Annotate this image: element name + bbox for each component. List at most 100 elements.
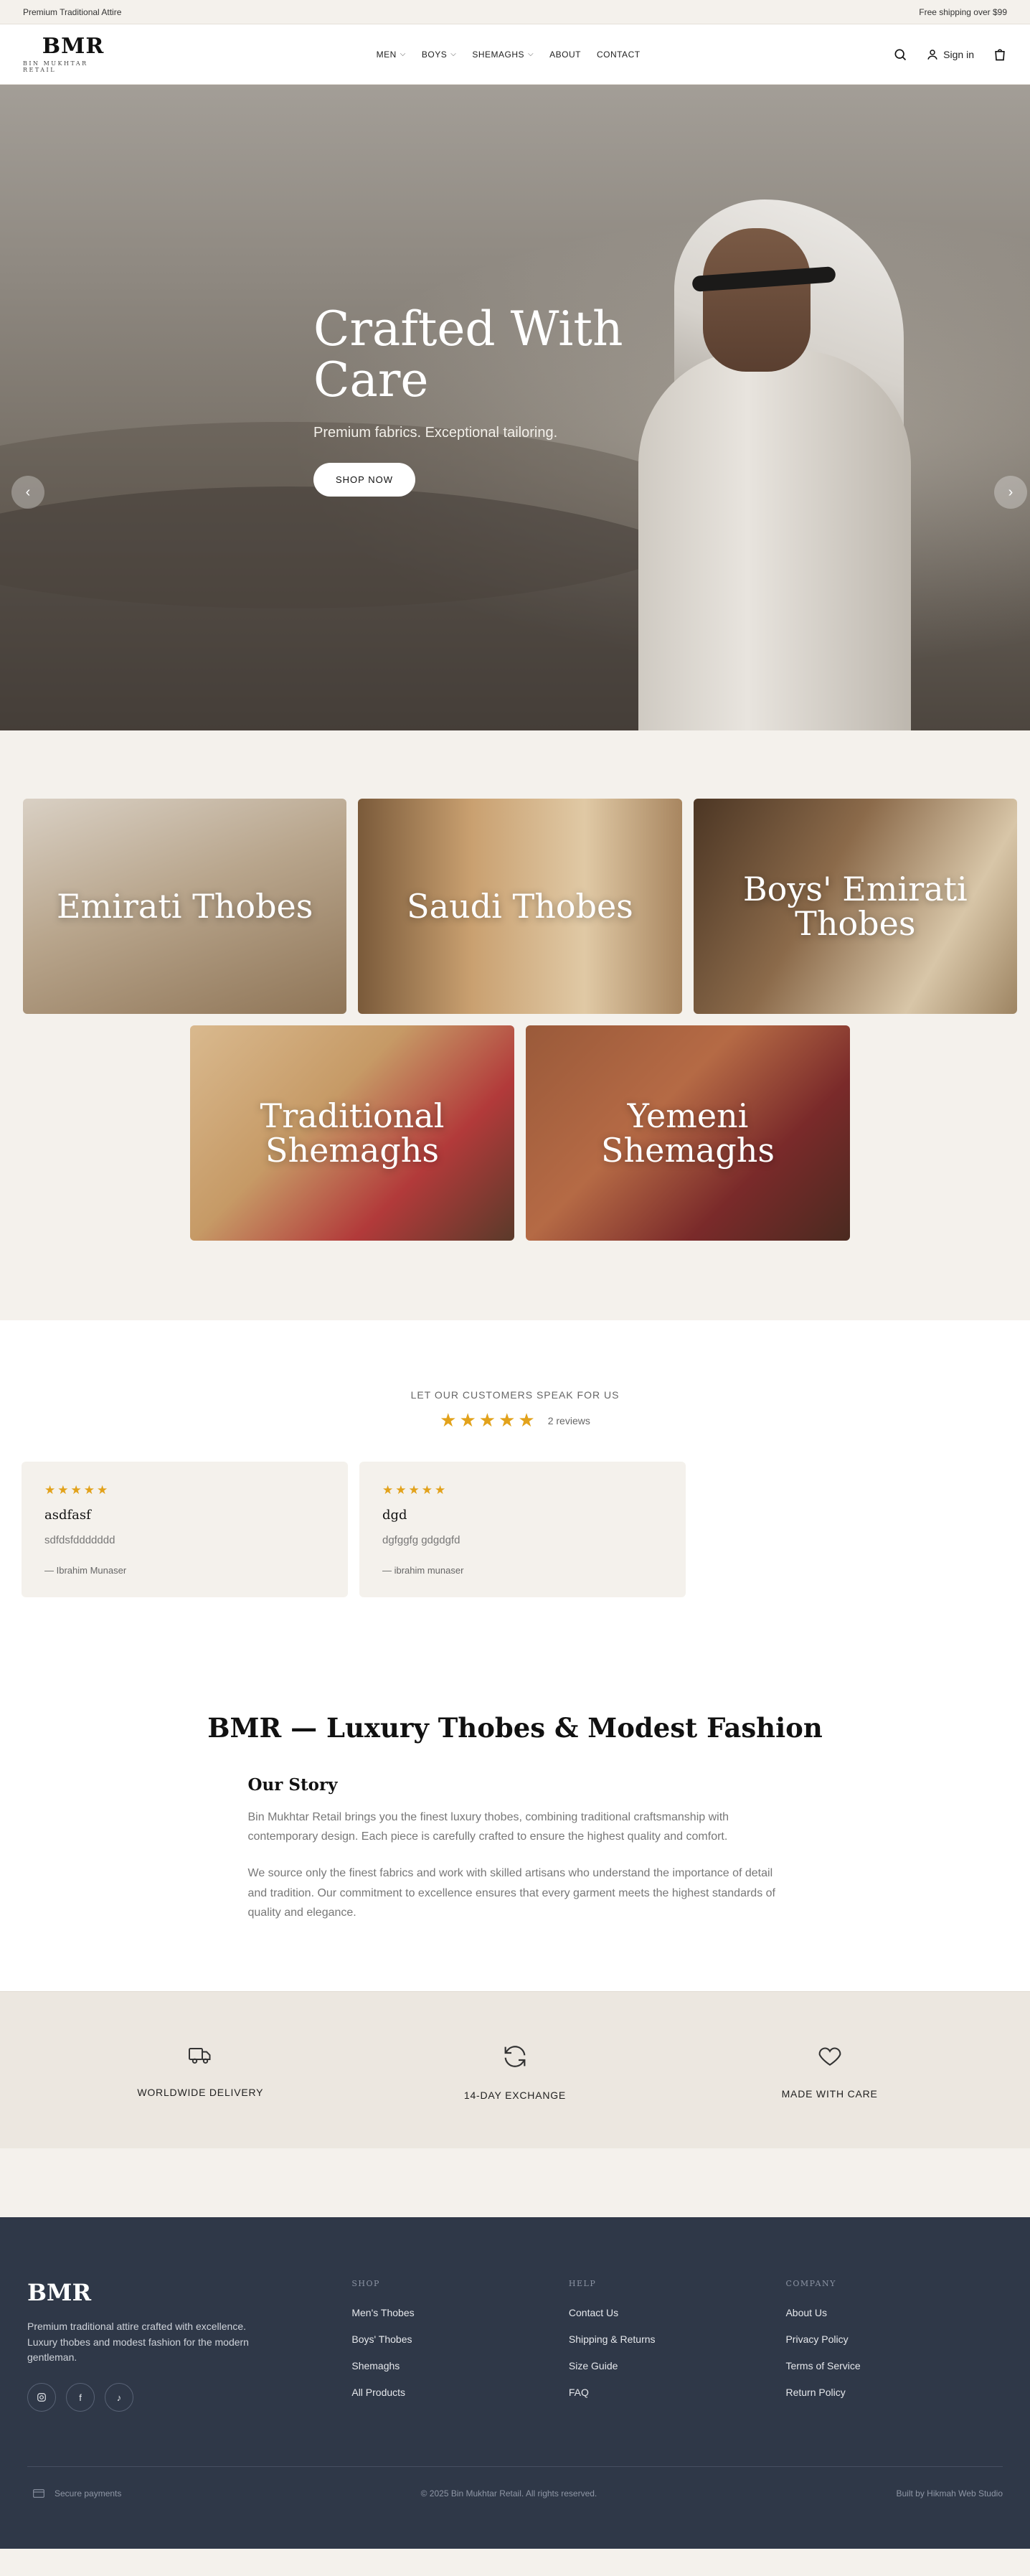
- reviews-heading: LET OUR CUSTOMERS SPEAK FOR US: [410, 1389, 620, 1401]
- footer-column-company: COMPANY About Us Privacy Policy Terms of…: [785, 2279, 1003, 2413]
- footer-description: Premium traditional attire crafted with …: [27, 2320, 249, 2364]
- cart-button[interactable]: [993, 47, 1007, 62]
- story-paragraph: Bin Mukhtar Retail brings you the finest…: [247, 1811, 729, 1843]
- nav-label: SHEMAGHS: [472, 49, 525, 60]
- footer-link[interactable]: FAQ: [569, 2387, 786, 2398]
- footer-column-shop: SHOP Men's Thobes Boys' Thobes Shemaghs …: [351, 2279, 569, 2413]
- footer-link[interactable]: Contact Us: [569, 2307, 786, 2318]
- story-paragraph: We source only the finest fabrics and wo…: [247, 1867, 775, 1919]
- review-stars: ★★★★★: [44, 1483, 110, 1497]
- chevron-left-icon: ‹: [25, 484, 31, 500]
- reviews-count: 2 reviews: [547, 1414, 590, 1426]
- footer-link[interactable]: Size Guide: [569, 2360, 786, 2371]
- review-card: ★★★★★ dgd dgfggfg gdgdgfd — ibrahim muna…: [359, 1462, 686, 1597]
- nav-label: CONTACT: [596, 49, 641, 60]
- footer-link[interactable]: About Us: [785, 2307, 1003, 2318]
- hero-banner: Crafted With Care Premium fabrics. Excep…: [0, 85, 1030, 730]
- sign-in-button[interactable]: Sign in: [926, 48, 974, 61]
- category-grid: Emirati Thobes Saudi Thobes Boys' Emirat…: [0, 730, 1030, 1320]
- nav-item-shemaghs[interactable]: SHEMAGHS ⌵: [472, 50, 534, 60]
- nav-item-boys[interactable]: BOYS ⌵: [422, 50, 456, 60]
- footer-column-title: SHOP: [351, 2278, 380, 2288]
- credit-link[interactable]: Built by Hikmah Web Studio: [896, 2488, 1003, 2499]
- hero-face: [703, 228, 811, 372]
- category-card-traditional-shemaghs[interactable]: Traditional Shemaghs: [190, 1025, 514, 1241]
- footer-brand: BMR Premium traditional attire crafted w…: [27, 2279, 351, 2413]
- chevron-right-icon: ›: [1008, 484, 1014, 500]
- tiktok-icon: ♪: [116, 2392, 122, 2403]
- category-card-yemeni-shemaghs[interactable]: Yemeni Shemaghs: [526, 1025, 850, 1241]
- logo-mark: BMR: [42, 33, 105, 59]
- feature-delivery: WORLDWIDE DELIVERY: [93, 2042, 308, 2101]
- footer-top: BMR Premium traditional attire crafted w…: [27, 2279, 1003, 2413]
- footer-column-title: HELP: [568, 2278, 597, 2288]
- hero-prev-button[interactable]: ‹: [11, 476, 44, 509]
- announcement-bar: Premium Traditional Attire Free shipping…: [0, 0, 1030, 24]
- category-row: Traditional Shemaghs Yemeni Shemaghs: [23, 1025, 1017, 1241]
- copyright: © 2025 Bin Mukhtar Retail. All rights re…: [420, 2488, 597, 2499]
- chevron-down-icon: ⌵: [528, 50, 534, 58]
- chevron-down-icon: ⌵: [450, 50, 457, 58]
- footer-link[interactable]: Return Policy: [785, 2387, 1003, 2398]
- category-title: Traditional Shemaghs: [260, 1096, 445, 1170]
- sign-in-label: Sign in: [943, 48, 974, 60]
- nav-label: MEN: [376, 49, 397, 60]
- nav-item-men[interactable]: MEN ⌵: [377, 50, 406, 60]
- features-strip: WORLDWIDE DELIVERY 14-DAY EXCHANGE MADE …: [0, 1990, 1030, 2148]
- footer-link[interactable]: Terms of Service: [785, 2360, 1003, 2371]
- footer-link[interactable]: Shemaghs: [351, 2360, 569, 2371]
- tiktok-link[interactable]: ♪: [105, 2383, 133, 2412]
- logo[interactable]: BMR BIN MUKHTAR RETAIL: [23, 33, 123, 73]
- footer-link[interactable]: Shipping & Returns: [569, 2333, 786, 2345]
- feature-label: WORLDWIDE DELIVERY: [137, 2086, 264, 2098]
- footer-logo[interactable]: BMR: [27, 2279, 351, 2306]
- shop-now-button[interactable]: SHOP NOW: [313, 462, 415, 497]
- main-nav: MEN ⌵ BOYS ⌵ SHEMAGHS ⌵ ABOUT CONTACT: [377, 50, 641, 60]
- rating-stars: ★★★★★: [440, 1409, 538, 1431]
- footer-link[interactable]: Men's Thobes: [351, 2307, 569, 2318]
- footer-bottom: Secure payments © 2025 Bin Mukhtar Retai…: [27, 2465, 1003, 2499]
- category-card-emirati-thobes[interactable]: Emirati Thobes: [23, 799, 347, 1014]
- instagram-icon: [37, 2393, 46, 2402]
- hero-content: Crafted With Care Premium fabrics. Excep…: [313, 304, 686, 497]
- footer-link[interactable]: Privacy Policy: [785, 2333, 1003, 2345]
- site-footer: BMR Premium traditional attire crafted w…: [0, 2217, 1030, 2549]
- review-title: dgd: [382, 1508, 407, 1523]
- footer-column-help: HELP Contact Us Shipping & Returns Size …: [569, 2279, 786, 2413]
- instagram-link[interactable]: [27, 2383, 56, 2412]
- secure-payments: Secure payments: [27, 2488, 121, 2499]
- heart-icon: [818, 2047, 841, 2066]
- category-card-saudi-thobes[interactable]: Saudi Thobes: [358, 799, 682, 1014]
- story-section: BMR — Luxury Thobes & Modest Fashion Our…: [0, 1705, 1030, 1991]
- hero-subtitle: Premium fabrics. Exceptional tailoring.: [313, 424, 558, 441]
- social-links: f ♪: [27, 2383, 351, 2412]
- feature-care: MADE WITH CARE: [722, 2042, 937, 2101]
- search-button[interactable]: [893, 47, 907, 62]
- feature-label: 14-DAY EXCHANGE: [463, 2089, 567, 2101]
- story-content: Our Story Bin Mukhtar Retail brings you …: [248, 1775, 783, 1922]
- feature-label: MADE WITH CARE: [781, 2087, 878, 2100]
- reviews-summary: ★★★★★ 2 reviews: [22, 1409, 1008, 1432]
- refresh-icon: [504, 2046, 526, 2067]
- footer-link[interactable]: All Products: [351, 2387, 569, 2398]
- footer-link[interactable]: Boys' Thobes: [351, 2333, 569, 2345]
- story-heading: Our Story: [247, 1775, 338, 1795]
- review-author: — ibrahim munaser: [382, 1565, 464, 1576]
- category-title: Saudi Thobes: [407, 886, 633, 926]
- review-body: sdfdsfddddddd: [44, 1534, 115, 1546]
- category-title: Emirati Thobes: [56, 886, 313, 926]
- nav-label: BOYS: [421, 49, 448, 60]
- credit-card-icon: [33, 2489, 44, 2498]
- category-title: Boys' Emirati Thobes: [742, 869, 968, 943]
- nav-item-about[interactable]: ABOUT: [549, 50, 581, 60]
- category-card-boys-emirati-thobes[interactable]: Boys' Emirati Thobes: [693, 799, 1017, 1014]
- hero-next-button[interactable]: ›: [994, 476, 1027, 509]
- review-body: dgfggfg gdgdgfd: [382, 1534, 460, 1546]
- story-title: BMR — Luxury Thobes & Modest Fashion: [207, 1712, 823, 1744]
- nav-label: ABOUT: [549, 49, 581, 60]
- facebook-link[interactable]: f: [66, 2383, 95, 2412]
- footer-column-title: COMPANY: [785, 2278, 836, 2288]
- facebook-icon: f: [79, 2392, 82, 2403]
- nav-item-contact[interactable]: CONTACT: [597, 50, 641, 60]
- announcement-left: Premium Traditional Attire: [23, 6, 122, 17]
